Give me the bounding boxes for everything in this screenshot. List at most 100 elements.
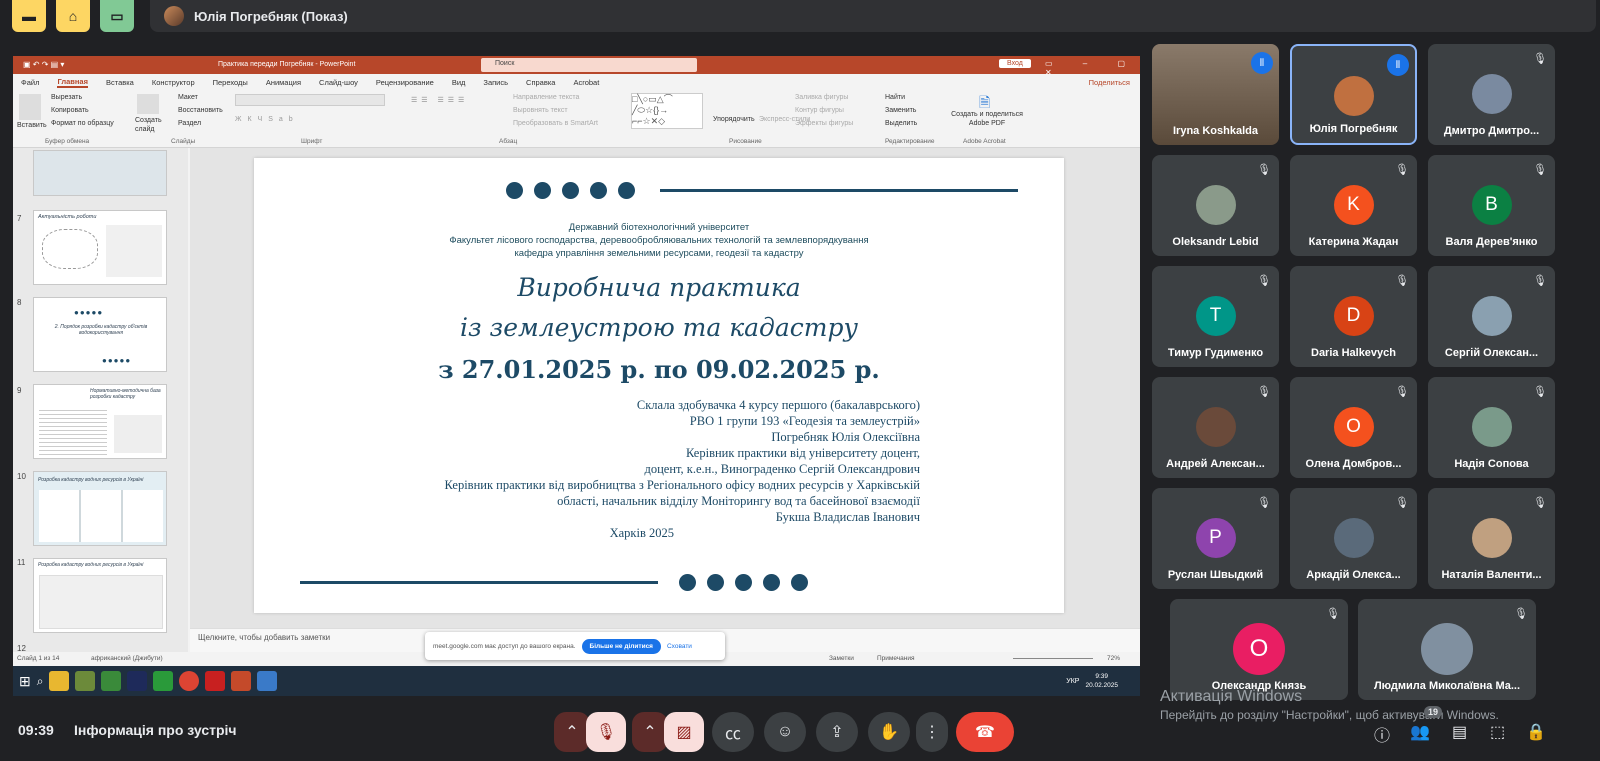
paragraph-buttons[interactable]: ☰☰ ☰☰☰	[411, 96, 468, 104]
new-slide-label[interactable]: Создать слайд	[135, 116, 165, 134]
font-style-buttons[interactable]: ЖКЧSab	[235, 116, 299, 123]
tab-design[interactable]: Конструктор	[152, 78, 195, 87]
participant-tile[interactable]: 🎙 Аркадій Олекса...	[1290, 488, 1417, 589]
participant-tile[interactable]: O 🎙 Олена Домбров...	[1290, 377, 1417, 478]
participant-tile[interactable]: 🎙 Надія Сопова	[1428, 377, 1555, 478]
participant-tile[interactable]: T 🎙 Тимур Гудименко	[1152, 266, 1279, 367]
language-status[interactable]: африканский (Джибути)	[91, 655, 163, 662]
tab-view[interactable]: Вид	[452, 78, 466, 87]
shape-effects-button[interactable]: Эффекты фигуры	[795, 120, 853, 127]
zoom-level[interactable]: 72%	[1107, 655, 1120, 662]
emoji-button[interactable]: ☺	[764, 712, 806, 752]
font-name-select[interactable]	[235, 94, 385, 106]
quick-access-icons[interactable]: ▣ ↶ ↷ ▤ ▾	[23, 60, 64, 69]
slide-thumbnail-7[interactable]: Актуальність роботи	[33, 210, 167, 285]
layout-button[interactable]: Макет	[178, 94, 198, 101]
current-slide[interactable]: Державний біотехнологічний університет Ф…	[254, 158, 1064, 613]
chat-icon[interactable]: ▤	[1452, 722, 1467, 742]
search-box[interactable]: Поиск	[481, 58, 697, 72]
tab-review[interactable]: Рецензирование	[376, 78, 434, 87]
shape-fill-button[interactable]: Заливка фигуры	[795, 94, 848, 101]
cut-button[interactable]: Вырезать	[51, 94, 82, 101]
meeting-info[interactable]: Інформація про зустріч	[74, 722, 237, 738]
notes-toggle[interactable]: Заметки	[829, 655, 854, 662]
tab-animation[interactable]: Анимация	[266, 78, 301, 87]
tab-transitions[interactable]: Переходы	[213, 78, 248, 87]
slide-editor[interactable]: Державний біотехнологічний університет Ф…	[190, 148, 1140, 628]
chrome-icon[interactable]	[179, 671, 200, 691]
slide-thumbnail-6[interactable]	[33, 150, 167, 196]
powerpoint-icon[interactable]	[231, 671, 252, 691]
shapes-gallery[interactable]: □╲○▭△⌒ ╱⬭☆{}→ ⌐⌐☆✕◇	[631, 93, 703, 129]
select-button[interactable]: Выделить	[885, 120, 917, 127]
camera-toggle-button[interactable]: ▨	[664, 712, 704, 752]
new-slide-icon[interactable]	[137, 94, 159, 114]
hide-button[interactable]: Сховати	[667, 643, 692, 650]
paste-icon[interactable]	[19, 94, 41, 120]
present-button[interactable]: ⇪	[816, 712, 858, 752]
raise-hand-button[interactable]: ✋	[868, 712, 910, 752]
tab-file[interactable]: Файл	[21, 78, 39, 87]
file-explorer-icon[interactable]	[49, 671, 70, 691]
slide-thumbnails[interactable]: 7 Актуальність роботи 8 ●●●●● 2. Порядок…	[13, 148, 188, 660]
slide-thumbnail-9[interactable]: Нормативно-методична база розробки кадас…	[33, 384, 167, 459]
replace-button[interactable]: Заменить	[885, 107, 916, 114]
smartart-button[interactable]: Преобразовать в SmartArt	[513, 120, 598, 127]
zoom-slider[interactable]	[1013, 658, 1093, 659]
participant-tile[interactable]: 🎙 Дмитро Дмитро...	[1428, 44, 1555, 145]
participant-tile[interactable]: O 🎙 Олександр Князь	[1170, 599, 1348, 700]
app-icon[interactable]	[153, 671, 174, 691]
find-button[interactable]: Найти	[885, 94, 905, 101]
activities-icon[interactable]: ⬚	[1490, 722, 1505, 742]
shape-outline-button[interactable]: Контур фигуры	[795, 107, 844, 114]
hand-icon-button[interactable]: ▬	[12, 0, 46, 32]
section-button[interactable]: Раздел	[178, 120, 201, 127]
info-icon[interactable]: ⓘ	[1374, 722, 1390, 746]
presenter-bar[interactable]: Юлія Погребняк (Показ)	[150, 0, 1596, 32]
device-icon-button[interactable]: ▭	[100, 0, 134, 32]
participant-tile[interactable]: 🎙 Людмила Миколаївна Ма...	[1358, 599, 1536, 700]
tray-language[interactable]: УКР	[1066, 678, 1079, 685]
activity-icon-button[interactable]: ⌂	[56, 0, 90, 32]
slide-thumbnail-11[interactable]: Розробка кадастру водних ресурсів в Укра…	[33, 558, 167, 633]
window-controls[interactable]: ▭ – ▢ ✕	[1045, 59, 1140, 77]
participant-tile[interactable]: P 🎙 Руслан Швыдкий	[1152, 488, 1279, 589]
participant-tile[interactable]: 🎙 Сергій Олексан...	[1428, 266, 1555, 367]
tab-slideshow[interactable]: Слайд-шоу	[319, 78, 358, 87]
slide-thumbnail-10[interactable]: Розробка кадастру водних ресурсів в Укра…	[33, 471, 167, 546]
tab-record[interactable]: Запись	[483, 78, 508, 87]
participant-tile[interactable]: 🎙 Oleksandr Lebid	[1152, 155, 1279, 256]
participant-tile[interactable]: D 🎙 Daria Halkevych	[1290, 266, 1417, 367]
windows-start-icon[interactable]: ⊞	[19, 673, 31, 690]
paste-label[interactable]: Вставить	[17, 122, 47, 129]
participant-tile[interactable]: K 🎙 Катерина Жадан	[1290, 155, 1417, 256]
arrange-button[interactable]: Упорядочить	[713, 116, 755, 123]
participant-tile[interactable]: B 🎙 Валя Дерев'янко	[1428, 155, 1555, 256]
align-text-button[interactable]: Выровнять текст	[513, 107, 568, 114]
tab-acrobat[interactable]: Acrobat	[573, 78, 599, 87]
comments-toggle[interactable]: Примечания	[877, 655, 915, 662]
adobe-create-button[interactable]: Создать и поделиться Adobe PDF	[951, 110, 1023, 128]
participant-tile[interactable]: ⦀ Юлія Погребняк	[1290, 44, 1417, 145]
slide-thumbnail-8[interactable]: ●●●●● 2. Порядок розробки кадастру об'єк…	[33, 297, 167, 372]
acrobat-icon[interactable]	[205, 671, 226, 691]
participant-tile[interactable]: ⦀ Iryna Koshkalda	[1152, 44, 1279, 145]
reset-button[interactable]: Восстановить	[178, 107, 223, 114]
tab-help[interactable]: Справка	[526, 78, 555, 87]
text-direction-button[interactable]: Направление текста	[513, 94, 579, 101]
mic-toggle-button[interactable]: 🎙	[586, 712, 626, 752]
more-options-button[interactable]: ⋮	[916, 712, 948, 752]
photoshop-icon[interactable]	[127, 671, 148, 691]
host-controls-icon[interactable]: 🔒	[1526, 722, 1546, 742]
format-painter-button[interactable]: Формат по образцу	[51, 120, 114, 127]
app-icon[interactable]	[101, 671, 122, 691]
captions-button[interactable]: ㏄	[712, 712, 754, 752]
mic-options-button[interactable]: ⌃	[554, 712, 590, 752]
copy-button[interactable]: Копировать	[51, 107, 89, 114]
signin-button[interactable]: Вход	[999, 59, 1031, 68]
tab-insert[interactable]: Вставка	[106, 78, 134, 87]
share-button[interactable]: Поделиться	[1089, 78, 1130, 87]
camera-options-button[interactable]: ⌃	[632, 712, 668, 752]
app-icon[interactable]	[257, 671, 278, 691]
stop-sharing-button[interactable]: Більше не ділитися	[581, 638, 661, 654]
